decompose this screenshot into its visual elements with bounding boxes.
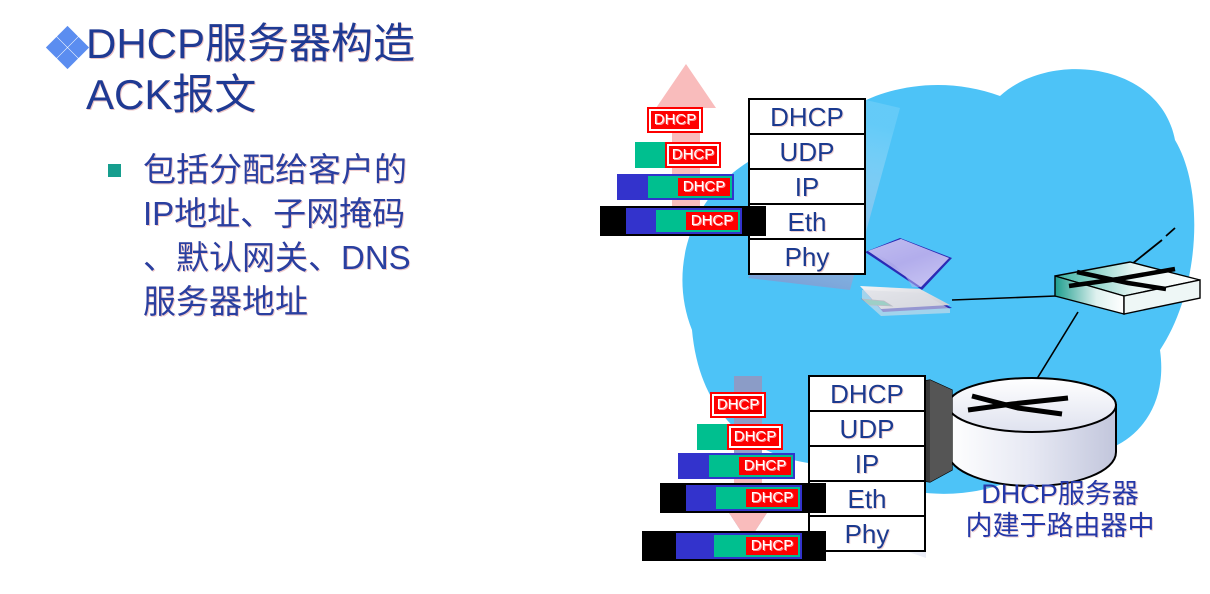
packet-field-dhcp: DHCP (746, 537, 798, 555)
packet-field-eth-trailer (802, 485, 824, 511)
packet-field-dhcp: DHCP (746, 489, 798, 507)
packet-row-eth: DHCP (600, 206, 766, 236)
packet-field-ip-wrap: DHCP (686, 485, 802, 511)
packet-row-dhcp: DHCP (647, 107, 703, 133)
stack-layer-ip: IP (810, 447, 924, 482)
packet-row-udp: DHCP (697, 424, 783, 450)
packet-field-udp-wrap: DHCP (716, 487, 800, 509)
stack-layer-dhcp: DHCP (750, 100, 864, 135)
packet-row-dhcp: DHCP (710, 392, 766, 418)
server-protocol-stack: DHCP UDP IP Eth Phy (808, 375, 926, 552)
packet-field-dhcp: DHCP (678, 178, 730, 196)
packet-field-dhcp: DHCP (710, 392, 766, 418)
packet-field-eth-preamble (662, 485, 686, 511)
packet-field-ip-header (628, 210, 656, 232)
packet-field-dhcp: DHCP (686, 212, 738, 230)
packet-field-phy-preamble (644, 533, 676, 559)
packet-field-udp-wrap: DHCP (656, 210, 740, 232)
packet-field-dhcp: DHCP (665, 142, 721, 168)
packet-field-udp-header (711, 457, 739, 475)
subbullet-row: 包括分配给客户的 IP地址、子网掩码 、默认网关、DNS 服务器地址 (108, 148, 568, 324)
stack-layer-phy: Phy (784, 242, 830, 272)
diamond-cluster-bullet-icon (45, 25, 90, 70)
stack-layer-phy: Phy (844, 519, 890, 549)
square-bullet-icon (108, 164, 121, 177)
packet-field-ip-header (680, 455, 709, 477)
packet-row-ip: DHCP (617, 174, 734, 200)
packet-row-udp: DHCP (635, 142, 721, 168)
packet-field-ip-wrap: DHCP (676, 533, 802, 559)
packet-field-udp-header (716, 537, 746, 555)
packet-field-ip-header (688, 487, 716, 509)
packet-field-ip-header (619, 176, 648, 198)
stack-layer-eth: Eth (750, 205, 864, 240)
packet-field-udp-wrap: DHCP (714, 535, 800, 557)
packet-field-udp-header (699, 426, 729, 448)
packet-field-phy-trailer (802, 533, 824, 559)
packet-field-udp-header (718, 489, 746, 507)
packet-field-dhcp: DHCP (739, 457, 791, 475)
stack-layer-dhcp: DHCP (810, 377, 924, 412)
packet-field-ip-wrap: DHCP (626, 208, 742, 234)
client-protocol-stack: DHCP UDP IP Eth Phy (748, 98, 866, 275)
packet-row-phy: DHCP (642, 531, 826, 561)
slide-text-panel: DHCP服务器构造 ACK报文 包括分配给客户的 IP地址、子网掩码 、默认网关… (0, 0, 600, 594)
packet-row-ip: DHCP (678, 453, 795, 479)
packet-field-eth-trailer (742, 208, 764, 234)
stack-layer-udp: UDP (750, 135, 864, 170)
subbullet-text: 包括分配给客户的 IP地址、子网掩码 、默认网关、DNS 服务器地址 (143, 151, 411, 320)
packet-row-eth: DHCP (660, 483, 826, 513)
packet-field-eth-preamble (602, 208, 626, 234)
stack-layer-udp: UDP (810, 412, 924, 447)
heading-bullet-row: DHCP服务器构造 ACK报文 (45, 18, 548, 120)
packet-field-ip-header (678, 535, 714, 557)
packet-field-dhcp: DHCP (727, 424, 783, 450)
stack-layer-ip: IP (750, 170, 864, 205)
server-caption: DHCP服务器 内建于路由器中 (965, 479, 1155, 542)
packet-field-udp-wrap: DHCP (709, 455, 793, 477)
packet-field-udp-header (658, 212, 686, 230)
packet-field-udp-header (650, 178, 678, 196)
dhcp-encapsulation-diagram: DHCP UDP IP Eth Phy DHCP UDP IP Eth Phy … (600, 0, 1210, 594)
packet-field-dhcp: DHCP (647, 107, 703, 133)
stack-layer-eth: Eth (810, 482, 924, 517)
packet-field-udp-header (637, 144, 667, 166)
page-title: DHCP服务器构造 ACK报文 (86, 20, 416, 119)
packet-field-udp-wrap: DHCP (648, 176, 732, 198)
